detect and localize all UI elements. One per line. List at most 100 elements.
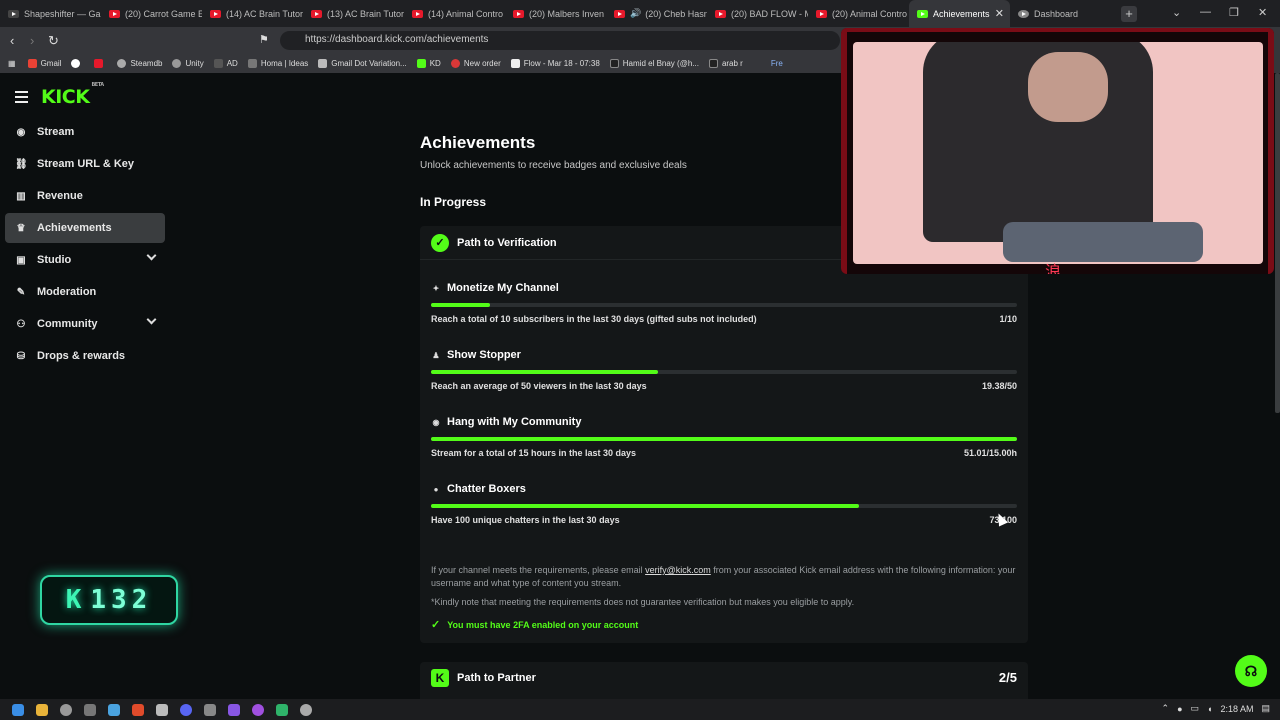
bookmark-item[interactable]: Unity [172, 58, 204, 68]
overlay-glyph: 浪 [1045, 264, 1062, 274]
achievement-title: Monetize My Channel [447, 282, 559, 294]
doc-icon [510, 58, 520, 68]
verify-email-link[interactable]: verify@kick.com [645, 565, 711, 575]
progress-track [431, 370, 1017, 374]
progress-fill [431, 437, 1017, 441]
achievement-description: Reach an average of 50 viewers in the la… [431, 381, 647, 391]
browser-tab[interactable]: Dashboard [1010, 0, 1111, 27]
new-tab-button[interactable]: + [1121, 5, 1137, 22]
sidebar-item-stream[interactable]: ◉ Stream [5, 117, 165, 147]
webcam-overlay: 浪 [841, 28, 1274, 274]
order-icon [450, 58, 460, 68]
close-tab-icon[interactable]: ✕ [995, 7, 1004, 20]
discord-icon[interactable] [180, 703, 192, 716]
clock-text[interactable]: 2:18 AM [1220, 704, 1253, 714]
google-icon [71, 58, 81, 68]
back-icon[interactable]: ‹ [10, 33, 14, 48]
bookmark-item[interactable]: Hamid el Bnay (@h... [609, 58, 699, 68]
stream-icon: ◉ [16, 126, 26, 138]
sidebar-item-studio[interactable]: ▣ Studio [5, 245, 165, 275]
browser-tab[interactable]: (20) Malbers Inven [505, 0, 606, 27]
visual-studio-icon[interactable] [228, 703, 240, 716]
app-icon[interactable] [252, 703, 264, 716]
sidebar: KICKBETA ◉ Stream ⛓ Stream URL & Key ▥ R… [0, 73, 178, 699]
apps-icon[interactable]: ▦ [8, 59, 16, 68]
browser-tab[interactable]: (20) Carrot Game E [101, 0, 202, 27]
page-subtitle: Unlock achievements to receive badges an… [420, 160, 687, 171]
sidebar-item-revenue[interactable]: ▥ Revenue [5, 181, 165, 211]
youtube-icon [614, 9, 625, 18]
youtube-icon [94, 58, 104, 68]
browser-tab[interactable]: (14) Animal Contro [404, 0, 505, 27]
app-icon[interactable] [276, 703, 288, 716]
microphone-icon[interactable]: ● [1177, 704, 1182, 714]
url-input[interactable]: https://dashboard.kick.com/achievements [280, 31, 840, 50]
tiktok-icon [609, 58, 619, 68]
brave-icon[interactable] [132, 703, 144, 716]
browser-tab[interactable]: (14) AC Brain Tutori [202, 0, 303, 27]
bookmark-item[interactable]: AD [213, 58, 238, 68]
bookmark-item[interactable] [71, 58, 84, 68]
restore-icon[interactable]: ❐ [1229, 6, 1239, 19]
page-title: Achievements [420, 133, 536, 152]
sparkle-icon: ✦ [432, 283, 440, 293]
sidebar-item-moderation[interactable]: ✎ Moderation [5, 277, 165, 307]
speaker-icon[interactable]: 🔊 [630, 8, 641, 19]
bookmark-item[interactable]: Fre [771, 59, 783, 68]
unity-icon [172, 58, 182, 68]
menu-icon[interactable] [15, 91, 28, 106]
browser-tab-active[interactable]: Achievements ✕ [909, 0, 1010, 27]
support-chat-button[interactable]: ☊ [1235, 655, 1267, 687]
youtube-icon [816, 9, 827, 18]
browser-tab[interactable]: 🔊 (20) Cheb Hasn [606, 0, 707, 27]
achievement-progress-value: 1/10 [999, 314, 1017, 324]
unity-taskbar-icon[interactable] [84, 703, 96, 716]
streamer-hands [1028, 52, 1108, 122]
browser-tab[interactable]: (13) AC Brain Tutori [303, 0, 404, 27]
windows-start-icon[interactable] [12, 703, 24, 716]
close-window-icon[interactable]: ✕ [1258, 6, 1267, 19]
file-explorer-icon[interactable] [36, 703, 48, 716]
globe-icon [1018, 9, 1029, 18]
bookmark-item[interactable]: Flow - Mar 18 - 07:38 [510, 58, 600, 68]
revenue-icon: ▥ [16, 190, 26, 202]
steam-taskbar-icon[interactable] [108, 703, 120, 716]
bookmark-item[interactable]: Homa | Ideas [247, 58, 308, 68]
browser-tab[interactable]: (20) Animal Contro [808, 0, 909, 27]
obs-icon[interactable] [300, 703, 312, 716]
browser-tab[interactable]: Shapeshifter — Ga [0, 0, 101, 27]
tray-chevron-icon[interactable]: ⌃ [1162, 703, 1170, 714]
achievement-item: ◉ Hang with My Community Stream for a to… [431, 416, 1017, 472]
volume-icon[interactable]: ◖ [1207, 704, 1212, 714]
bookmark-item[interactable]: Steamdb [117, 58, 162, 68]
partner-card[interactable]: K Path to Partner 2/5 [420, 662, 1028, 699]
app-icon[interactable] [204, 703, 216, 716]
reload-icon[interactable]: ↻ [48, 33, 59, 49]
minimize-icon[interactable]: — [1200, 6, 1211, 18]
app-icon[interactable] [156, 703, 168, 716]
os-taskbar: ⌃ ● ▭ ◖ 2:18 AM ▤ [0, 699, 1280, 720]
notifications-icon[interactable]: ▤ [1261, 703, 1270, 714]
bookmark-item[interactable]: KD [416, 58, 441, 68]
kick-logo[interactable]: KICKBETA [41, 82, 104, 108]
sidebar-item-achievements[interactable]: ♛ Achievements [5, 213, 165, 243]
bookmark-item[interactable] [94, 58, 107, 68]
network-icon[interactable]: ▭ [1191, 703, 1200, 714]
bookmark-item[interactable]: Gmail [27, 58, 61, 68]
browser-tab[interactable]: (20) BAD FLOW - M [707, 0, 808, 27]
tiktok-icon [708, 58, 718, 68]
bookmark-icon[interactable]: ⚑ [259, 33, 269, 46]
page-scrollbar[interactable] [1275, 73, 1280, 413]
chrome-icon[interactable] [60, 703, 72, 716]
system-tray: ⌃ ● ▭ ◖ 2:18 AM ▤ [1154, 703, 1270, 714]
bookmark-item[interactable]: New order [450, 58, 501, 68]
forward-icon[interactable]: › [30, 33, 34, 48]
bookmark-item[interactable]: Gmail Dot Variation... [318, 58, 407, 68]
sidebar-item-community[interactable]: ⚇ Community [5, 309, 165, 339]
verification-card: ✓ Path to Verification ✦ Monetize My Cha… [420, 226, 1028, 643]
tab-search-icon[interactable]: ⌄ [1172, 6, 1181, 19]
sidebar-item-drops-rewards[interactable]: ⛁ Drops & rewards [5, 341, 165, 371]
bookmark-item[interactable]: arab r [708, 58, 743, 68]
sidebar-item-stream-url-key[interactable]: ⛓ Stream URL & Key [5, 149, 165, 179]
streamer-legs [1003, 222, 1203, 262]
